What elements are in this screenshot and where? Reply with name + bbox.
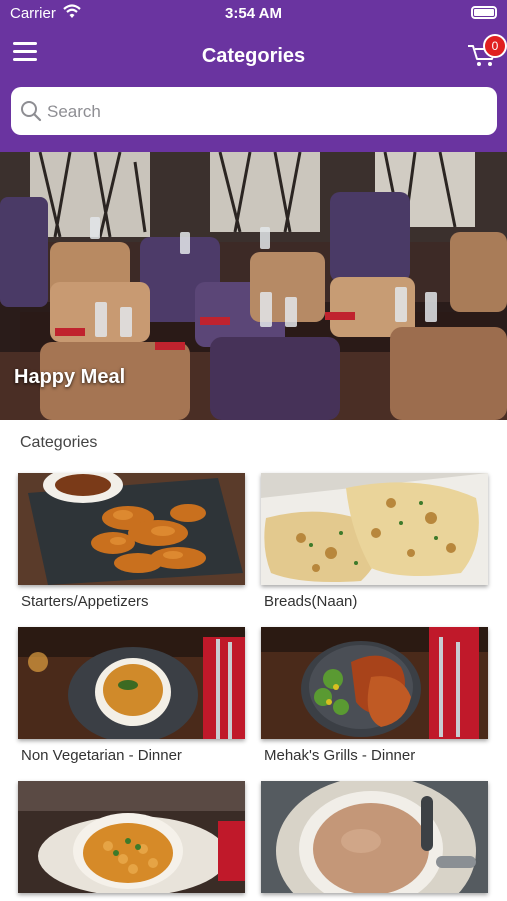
naan-food-photo [261, 473, 488, 585]
tea-photo [261, 781, 488, 893]
category-card-breads[interactable]: Breads(Naan) [261, 473, 488, 610]
search-bar[interactable] [11, 87, 497, 135]
category-thumbnail [261, 627, 488, 739]
starters-food-photo [18, 473, 245, 585]
category-label: Breads(Naan) [264, 593, 358, 610]
page-title: Categories [201, 45, 306, 67]
nav-bar: Categories 0 [0, 28, 507, 152]
featured-banner[interactable]: Happy Meal [0, 152, 507, 420]
category-label: Starters/Appetizers [21, 593, 149, 610]
grill-food-photo [261, 627, 488, 739]
status-bar: Carrier 3:54 AM [0, 0, 507, 28]
chana-food-photo [18, 781, 245, 893]
category-card-tea[interactable] [261, 781, 488, 901]
cart-count-badge: 0 [483, 34, 507, 58]
category-thumbnail [261, 473, 488, 585]
search-input[interactable] [45, 97, 489, 127]
battery-icon [471, 6, 497, 19]
banner-title: Happy Meal [14, 366, 126, 388]
category-card-starters[interactable]: Starters/Appetizers [18, 473, 245, 610]
curry-food-photo [18, 627, 245, 739]
category-thumbnail [18, 781, 245, 893]
category-label: Mehak's Grills - Dinner [264, 747, 416, 764]
section-title: Categories [20, 434, 98, 451]
category-card-grills-dinner[interactable]: Mehak's Grills - Dinner [261, 627, 488, 764]
status-time: 3:54 AM [225, 5, 282, 22]
category-card-non-veg-dinner[interactable]: Non Vegetarian - Dinner [18, 627, 245, 764]
category-label: Non Vegetarian - Dinner [21, 747, 182, 764]
category-thumbnail [261, 781, 488, 893]
search-icon [21, 101, 42, 122]
category-thumbnail [18, 473, 245, 585]
category-thumbnail [18, 627, 245, 739]
category-card-chana[interactable] [18, 781, 245, 901]
